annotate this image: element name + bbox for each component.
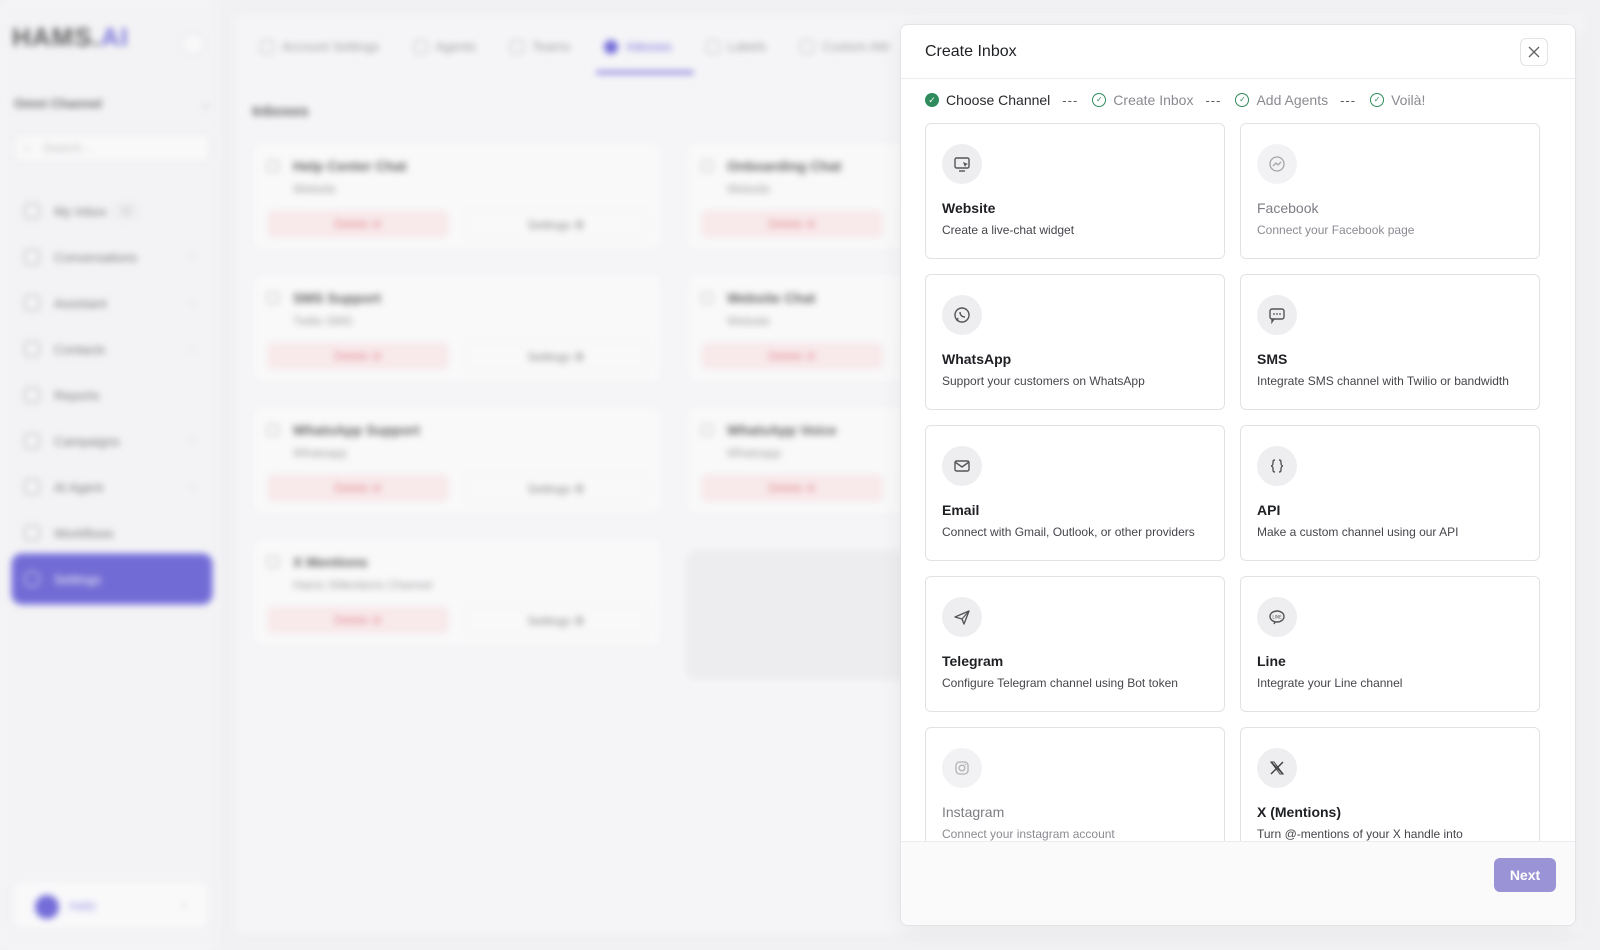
channel-name: Instagram (942, 804, 1005, 820)
channel-card-email[interactable]: Email Connect with Gmail, Outlook, or oth… (925, 425, 1225, 561)
check-circle-outline-icon: ✓ (1370, 93, 1385, 107)
x-logo-icon (1257, 748, 1297, 788)
step-label: Create Inbox (1113, 92, 1194, 108)
line-icon: LINE (1257, 597, 1297, 637)
channel-description: Connect your Facebook page (1257, 223, 1415, 237)
monitor-cursor-icon (942, 144, 982, 184)
step-create-inbox: ✓ Create Inbox (1092, 92, 1193, 108)
channel-name: Email (942, 502, 980, 518)
channel-card-sms[interactable]: SMS Integrate SMS channel with Twilio or … (1240, 274, 1540, 410)
modal-footer: Next (901, 841, 1575, 925)
step-add-agents: ✓ Add Agents (1235, 92, 1328, 108)
stepper: ✓ Choose Channel --- ✓ Create Inbox --- ✓ Add A… (925, 92, 1425, 108)
check-circle-outline-icon: ✓ (1235, 93, 1250, 107)
channel-name: Website (942, 200, 996, 216)
close-button[interactable] (1520, 38, 1548, 66)
channel-card-api[interactable]: API Make a custom channel using our API (1240, 425, 1540, 561)
channel-card-line[interactable]: LINE Line Integrate your Line channel (1240, 576, 1540, 712)
channel-name: Telegram (942, 653, 1004, 669)
step-voil-: ✓ Voilà! (1370, 92, 1425, 108)
create-inbox-modal: Create Inbox ✓ Choose Channel --- ✓ Create I… (900, 24, 1576, 926)
modal-title: Create Inbox (925, 43, 1017, 60)
channel-description: Connect your instagram account (942, 827, 1115, 841)
check-circle-filled-icon: ✓ (925, 93, 939, 107)
channel-grid: Website Create a live-chat widget Facebook… (925, 123, 1555, 843)
braces-icon (1257, 446, 1297, 486)
channel-card-facebook[interactable]: Facebook Connect your Facebook page (1240, 123, 1540, 259)
channel-description: Support your customers on WhatsApp (942, 374, 1145, 388)
instagram-icon (942, 748, 982, 788)
channel-card-website[interactable]: Website Create a live-chat widget (925, 123, 1225, 259)
step-label: Add Agents (1256, 92, 1329, 108)
channel-description: Configure Telegram channel using Bot tok… (942, 676, 1178, 690)
step-label: Choose Channel (946, 92, 1051, 108)
svg-text:LINE: LINE (1272, 614, 1282, 619)
channel-card-whatsapp[interactable]: WhatsApp Support your customers on WhatsA… (925, 274, 1225, 410)
chat-bubble-icon (1257, 295, 1297, 335)
messenger-icon (1257, 144, 1297, 184)
channel-description: Integrate SMS channel with Twilio or ban… (1257, 374, 1509, 388)
step-separator: --- (1340, 92, 1357, 108)
modal-header: Create Inbox (901, 25, 1575, 79)
channel-name: API (1257, 502, 1281, 518)
step-separator: --- (1062, 92, 1079, 108)
channel-description: Make a custom channel using our API (1257, 525, 1459, 539)
whatsapp-icon (942, 295, 982, 335)
channel-card-instagram[interactable]: Instagram Connect your instagram account (925, 727, 1225, 843)
step-label: Voilà! (1391, 92, 1426, 108)
step-separator: --- (1205, 92, 1222, 108)
step-choose-channel: ✓ Choose Channel (925, 92, 1050, 108)
channel-description: Connect with Gmail, Outlook, or other pr… (942, 525, 1195, 539)
check-circle-outline-icon: ✓ (1092, 93, 1107, 107)
channel-name: WhatsApp (942, 351, 1012, 367)
channel-card-telegram[interactable]: Telegram Configure Telegram channel using… (925, 576, 1225, 712)
channel-description: Create a live-chat widget (942, 223, 1075, 237)
channel-description: Turn @-mentions of your X handle into (1257, 827, 1463, 841)
channel-card-x-mentions[interactable]: X (Mentions) Turn @-mentions of your X ha… (1240, 727, 1540, 843)
channel-name: Line (1257, 653, 1286, 669)
channel-name: X (Mentions) (1257, 804, 1341, 820)
envelope-icon (942, 446, 982, 486)
channel-name: Facebook (1257, 200, 1319, 216)
channel-name: SMS (1257, 351, 1288, 367)
close-icon (1528, 46, 1540, 58)
channel-description: Integrate your Line channel (1257, 676, 1403, 690)
paper-plane-icon (942, 597, 982, 637)
next-button[interactable]: Next (1494, 858, 1556, 892)
